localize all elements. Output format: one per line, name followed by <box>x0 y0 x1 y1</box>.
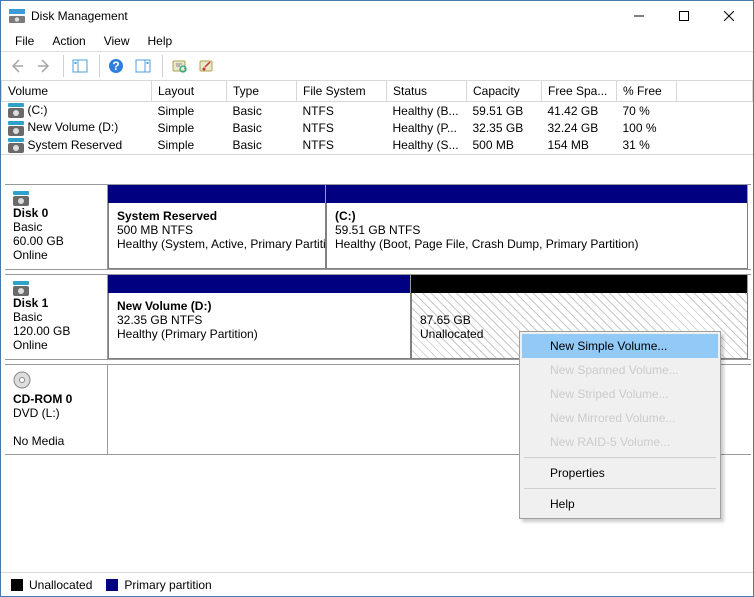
disk-name: CD-ROM 0 <box>13 392 99 406</box>
menu-help[interactable]: Help <box>140 33 181 49</box>
disk-header: Disk 0 Basic 60.00 GB Online <box>5 185 108 269</box>
legend-swatch-unallocated <box>11 579 23 591</box>
context-menu-item: New RAID-5 Volume... <box>522 430 718 454</box>
menu-view[interactable]: View <box>96 33 138 49</box>
minimize-button[interactable] <box>616 2 661 31</box>
titlebar: Disk Management <box>1 1 753 31</box>
menu-action[interactable]: Action <box>44 33 93 49</box>
col-filesystem[interactable]: File System <box>297 81 387 102</box>
window-title: Disk Management <box>31 9 616 23</box>
table-row[interactable]: New Volume (D:)SimpleBasicNTFSHealthy (P… <box>2 119 753 136</box>
svg-text:?: ? <box>112 59 119 73</box>
partition-size: 32.35 GB NTFS <box>117 313 402 327</box>
back-button <box>5 54 29 78</box>
show-hide-console-tree-button[interactable] <box>68 54 92 78</box>
partition-status: Healthy (Primary Partition) <box>117 327 402 341</box>
hdd-icon <box>13 281 99 296</box>
disk-type: Basic <box>13 220 99 234</box>
legend-unallocated: Unallocated <box>29 578 92 592</box>
col-volume[interactable]: Volume <box>2 81 152 102</box>
forward-button <box>32 54 56 78</box>
disk-header: CD-ROM 0 DVD (L:) No Media <box>5 365 108 454</box>
table-row[interactable]: System ReservedSimpleBasicNTFSHealthy (S… <box>2 137 753 154</box>
partition[interactable]: New Volume (D:) 32.35 GB NTFS Healthy (P… <box>108 293 411 359</box>
partition-size: 59.51 GB NTFS <box>335 223 739 237</box>
context-menu-item: New Spanned Volume... <box>522 358 718 382</box>
disk-name: Disk 0 <box>13 206 99 220</box>
disk-type: DVD (L:) <box>13 406 99 420</box>
disk-status: No Media <box>13 434 99 448</box>
maximize-button[interactable] <box>661 2 706 31</box>
partition-title: (C:) <box>335 209 739 223</box>
refresh-button[interactable] <box>167 54 191 78</box>
table-row[interactable]: (C:)SimpleBasicNTFSHealthy (B...59.51 GB… <box>2 102 753 120</box>
partition-title: New Volume (D:) <box>117 299 402 313</box>
col-pctfree[interactable]: % Free <box>617 81 677 102</box>
partition-size: 87.65 GB <box>420 313 739 327</box>
disk-header: Disk 1 Basic 120.00 GB Online <box>5 275 108 359</box>
help-button[interactable]: ? <box>104 54 128 78</box>
context-menu-item[interactable]: Properties <box>522 461 718 485</box>
context-menu-item[interactable]: New Simple Volume... <box>522 334 718 358</box>
partition-title: System Reserved <box>117 209 317 223</box>
partition-status: Healthy (System, Active, Primary Partiti… <box>117 237 317 251</box>
settings-button[interactable] <box>194 54 218 78</box>
menu-file[interactable]: File <box>7 33 42 49</box>
legend-primary: Primary partition <box>124 578 211 592</box>
disk-panel[interactable]: Disk 0 Basic 60.00 GB Online System Rese… <box>5 184 751 270</box>
disk-size: 120.00 GB <box>13 324 99 338</box>
partition-status: Healthy (Boot, Page File, Crash Dump, Pr… <box>335 237 739 251</box>
col-type[interactable]: Type <box>227 81 297 102</box>
hdd-icon <box>13 191 99 206</box>
disk-status: Online <box>13 248 99 262</box>
col-capacity[interactable]: Capacity <box>467 81 542 102</box>
menubar: File Action View Help <box>1 31 753 51</box>
col-layout[interactable]: Layout <box>152 81 227 102</box>
context-menu[interactable]: New Simple Volume...New Spanned Volume..… <box>519 331 721 519</box>
window-controls <box>616 2 751 31</box>
disk-size: 60.00 GB <box>13 234 99 248</box>
legend: Unallocated Primary partition <box>1 572 753 596</box>
close-button[interactable] <box>706 2 751 31</box>
col-freespace[interactable]: Free Spa... <box>542 81 617 102</box>
volume-list[interactable]: Volume Layout Type File System Status Ca… <box>1 81 753 154</box>
cd-icon <box>13 371 31 389</box>
partition-size: 500 MB NTFS <box>117 223 317 237</box>
disk-status: Online <box>13 338 99 352</box>
legend-swatch-primary <box>106 579 118 591</box>
disk-name: Disk 1 <box>13 296 99 310</box>
context-menu-item[interactable]: Help <box>522 492 718 516</box>
column-headers[interactable]: Volume Layout Type File System Status Ca… <box>2 81 753 102</box>
partition[interactable]: System Reserved 500 MB NTFS Healthy (Sys… <box>108 203 326 269</box>
context-menu-item: New Mirrored Volume... <box>522 406 718 430</box>
toolbar: ? <box>1 51 753 81</box>
col-status[interactable]: Status <box>387 81 467 102</box>
disk-management-icon <box>9 8 25 24</box>
partition[interactable]: (C:) 59.51 GB NTFS Healthy (Boot, Page F… <box>326 203 748 269</box>
context-menu-item: New Striped Volume... <box>522 382 718 406</box>
disk-type: Basic <box>13 310 99 324</box>
show-hide-action-pane-button[interactable] <box>131 54 155 78</box>
